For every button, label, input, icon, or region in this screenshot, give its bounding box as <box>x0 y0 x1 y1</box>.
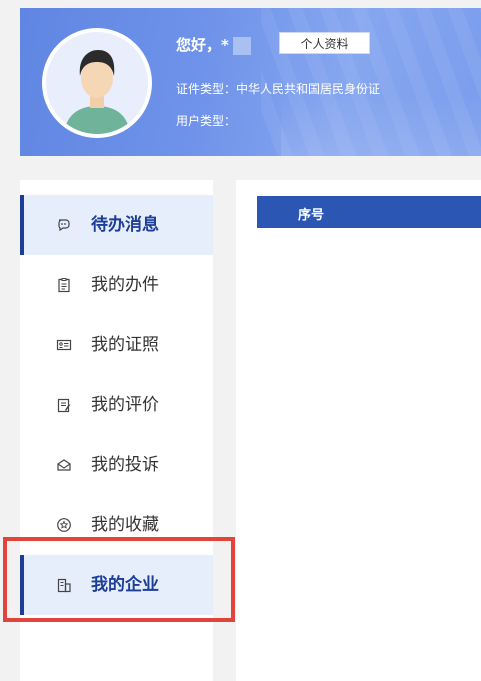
avatar <box>42 28 152 138</box>
sidebar-item-my-reviews[interactable]: 我的评价 <box>20 375 213 435</box>
avatar-person-icon <box>46 32 148 134</box>
sidebar-item-label: 我的投诉 <box>91 455 159 475</box>
redacted-name <box>232 36 251 55</box>
sidebar-item-my-enterprise[interactable]: 我的企业 <box>20 555 213 615</box>
sidebar-item-my-cases[interactable]: 我的办件 <box>20 255 213 315</box>
edit-note-icon <box>56 397 72 413</box>
sidebar: 待办消息 我的办件 我的证照 我的评价 我的投诉 我的收藏 我的企业 <box>20 180 213 681</box>
greeting-text: 您好，* <box>176 34 251 55</box>
sidebar-item-label: 待办消息 <box>91 215 159 235</box>
sidebar-item-my-favorites[interactable]: 我的收藏 <box>20 495 213 555</box>
profile-button[interactable]: 个人资料 <box>279 32 370 54</box>
sidebar-item-label: 我的办件 <box>91 275 159 295</box>
column-header-index[interactable]: 序号 <box>298 204 324 223</box>
clipboard-icon <box>56 277 72 293</box>
chat-bubble-icon <box>56 217 72 233</box>
user-type-text: 用户类型： <box>176 114 237 128</box>
star-icon <box>56 517 72 533</box>
sidebar-item-pending-messages[interactable]: 待办消息 <box>20 195 213 255</box>
id-card-icon <box>56 337 72 353</box>
sidebar-item-label: 我的企业 <box>91 575 159 595</box>
sidebar-item-label: 我的证照 <box>91 335 159 355</box>
table-header: 序号 <box>257 196 481 228</box>
sidebar-item-label: 我的评价 <box>91 395 159 415</box>
id-type-text: 证件类型：中华人民共和国居民身份证 <box>176 82 381 96</box>
sidebar-item-label: 我的收藏 <box>91 515 159 535</box>
building-icon <box>56 577 72 593</box>
sidebar-item-my-complaints[interactable]: 我的投诉 <box>20 435 213 495</box>
user-banner: 您好，* 个人资料 证件类型：中华人民共和国居民身份证 用户类型： <box>20 8 481 156</box>
main-panel: 序号 <box>236 180 481 681</box>
sidebar-item-my-licenses[interactable]: 我的证照 <box>20 315 213 375</box>
greeting-label: 您好，* <box>176 36 229 54</box>
envelope-icon <box>56 457 72 473</box>
